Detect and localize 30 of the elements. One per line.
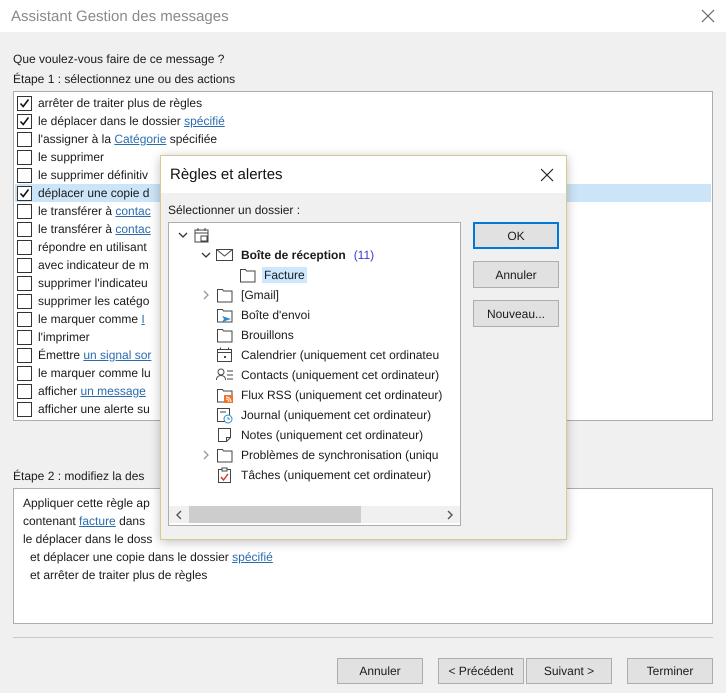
- action-label: afficher un message: [38, 384, 146, 398]
- description-line: et déplacer une copie dans le dossier spécifié: [30, 550, 273, 564]
- action-label: supprimer l'indicateu: [38, 276, 148, 290]
- unread-count: (11): [354, 248, 374, 262]
- action-label: le marquer comme lu: [38, 366, 151, 380]
- description-line: Appliquer cette règle ap: [23, 496, 150, 510]
- action-label: arrêter de traiter plus de règles: [38, 96, 202, 110]
- action-label: avec indicateur de m: [38, 258, 149, 272]
- action-label: l'imprimer: [38, 330, 90, 344]
- action-label: l'assigner à la Catégorie spécifiée: [38, 132, 218, 146]
- action-label: le supprimer: [38, 150, 104, 164]
- action-label: le transférer à contac: [38, 222, 151, 236]
- action-label: le marquer comme I: [38, 312, 145, 326]
- step-label: Étape 1 : sélectionnez une ou des actions: [13, 72, 236, 86]
- action-label: le transférer à contac: [38, 204, 151, 218]
- action-label: le supprimer définitiv: [38, 168, 148, 182]
- description-line: et arrêter de traiter plus de règles: [30, 568, 208, 582]
- action-label: déplacer une copie d: [38, 186, 150, 200]
- question-label: Que voulez-vous faire de ce message ?: [13, 52, 224, 66]
- action-label: Émettre un signal sor: [38, 348, 152, 362]
- action-label: supprimer les catégo: [38, 294, 150, 308]
- step-label: Étape 2 : modifiez la des: [13, 469, 144, 483]
- action-label: le déplacer dans le dossier spécifié: [38, 114, 225, 128]
- window-title: Assistant Gestion des messages: [11, 8, 229, 24]
- action-label: afficher une alerte su: [38, 402, 150, 416]
- description-line: contenant facture dans: [23, 514, 146, 528]
- prompt-label: Sélectionner un dossier :: [168, 203, 302, 217]
- description-line: le déplacer dans le doss: [23, 532, 152, 546]
- dialog-title: Règles et alertes: [170, 166, 283, 183]
- action-label: répondre en utilisant: [38, 240, 147, 254]
